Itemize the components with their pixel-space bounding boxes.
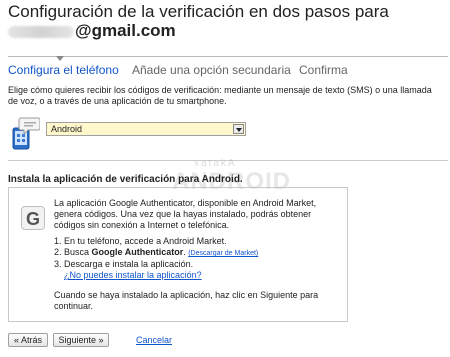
chevron-down-icon[interactable]: [233, 124, 244, 134]
step-confirm: Confirma: [299, 63, 348, 77]
next-button[interactable]: Siguiente »: [53, 333, 109, 347]
intro-text: Elige cómo quieres recibir los códigos d…: [8, 85, 432, 106]
device-type-selected: Android: [51, 124, 83, 134]
step-add-secondary: Añade una opción secundaria: [132, 63, 291, 77]
instructions-text: La aplicación Google Authenticator, disp…: [54, 198, 339, 317]
instructions-box: G La aplicación Google Authenticator, di…: [8, 187, 348, 322]
device-type-select[interactable]: Android: [46, 122, 246, 136]
install-step-3: 3. Descarga e instala la aplicación.: [54, 259, 194, 269]
install-step-1: 1. En tu teléfono, accede a Android Mark…: [54, 236, 227, 246]
current-step-marker-icon: [56, 56, 64, 61]
download-market-link[interactable]: (Descargar de Market): [188, 250, 258, 257]
install-steps-list: 1. En tu teléfono, accede a Android Mark…: [54, 236, 339, 281]
install-section-title: Instala la aplicación de verificación pa…: [8, 174, 243, 185]
page-title: Configuración de la verificación en dos …: [8, 3, 389, 21]
email-domain: @gmail.com: [75, 21, 176, 40]
page-title-line1: Configuración de la verificación en dos …: [8, 2, 389, 21]
step-configure-phone: Configura el teléfono: [8, 63, 119, 77]
cancel-link[interactable]: Cancelar: [136, 335, 172, 345]
email-username-redacted: [8, 25, 74, 38]
back-button[interactable]: « Atrás: [8, 333, 48, 347]
step-navigation: Configura el teléfono Añade una opción s…: [8, 56, 448, 78]
smartphone-icon: [12, 117, 40, 150]
page-title-email: @gmail.com: [8, 22, 176, 40]
google-authenticator-icon: G: [21, 206, 45, 230]
instructions-paragraph: La aplicación Google Authenticator, disp…: [54, 198, 317, 230]
instructions-final: Cuando se haya instalado la aplicación, …: [54, 290, 319, 311]
install-step-2: 2. Busca Google Authenticator. (Descarga…: [54, 247, 259, 257]
cannot-install-link[interactable]: ¿No puedes instalar la aplicación?: [64, 270, 202, 280]
